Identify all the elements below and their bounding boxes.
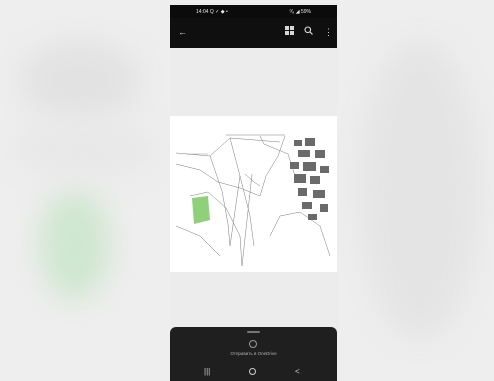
document-viewer[interactable] <box>170 48 337 333</box>
status-time: 14:04 Q ✓ ◆ • <box>196 9 228 15</box>
map-drawing <box>175 134 331 267</box>
share-onedrive-button[interactable]: Отправить в OneDrive <box>170 351 337 356</box>
home-icon[interactable] <box>249 368 256 375</box>
more-vert-icon[interactable]: ⋮ <box>324 26 333 38</box>
app-bar: ← ⋮ <box>170 18 337 48</box>
backdrop-shape <box>20 40 140 120</box>
map-sheet[interactable] <box>170 116 337 272</box>
phone-screen: 14:04 Q ✓ ◆ • ⁰⁄₈ ◢ 59% ← ⋮ Отправить в … <box>170 5 337 381</box>
system-nav-bar: ||| < <box>170 362 337 381</box>
bottom-sheet: Отправить в OneDrive ||| < <box>170 327 337 381</box>
cloud-share-icon[interactable] <box>249 340 257 348</box>
backdrop-shape <box>40 190 110 300</box>
search-icon[interactable] <box>304 26 313 38</box>
status-bar: 14:04 Q ✓ ◆ • ⁰⁄₈ ◢ 59% <box>170 5 337 18</box>
status-indicators: ⁰⁄₈ ◢ 59% <box>289 9 311 15</box>
drag-handle[interactable] <box>247 331 260 333</box>
highlighted-parcel <box>192 196 210 224</box>
back-icon[interactable]: < <box>295 367 300 376</box>
arrow-back-icon[interactable]: ← <box>178 26 187 38</box>
backdrop-shape <box>360 40 480 340</box>
recents-icon[interactable]: ||| <box>204 367 210 376</box>
backdrop-shape <box>10 120 160 180</box>
grid-view-icon[interactable] <box>285 26 294 38</box>
